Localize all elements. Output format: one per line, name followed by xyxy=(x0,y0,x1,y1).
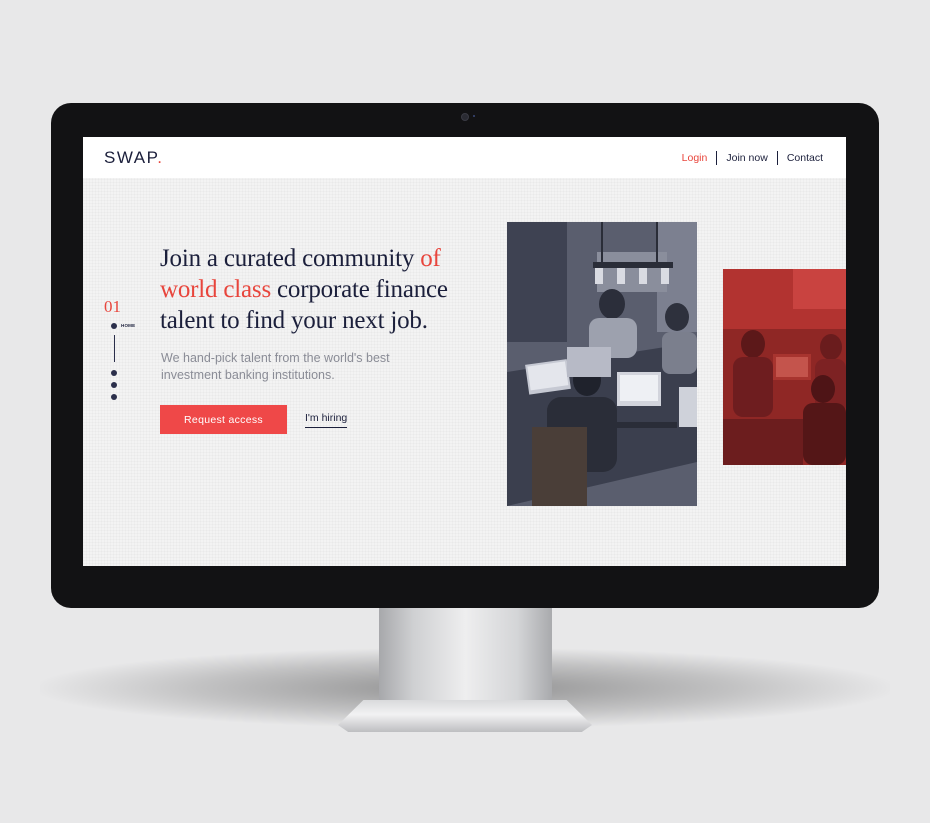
headline-text-start: Join a curated community xyxy=(160,245,421,272)
pager-progress-line xyxy=(114,335,115,362)
pager-dot-2[interactable] xyxy=(111,370,117,376)
nav-contact-link[interactable]: Contact xyxy=(787,152,823,164)
hero-subtext: We hand-pick talent from the world's bes… xyxy=(161,351,390,382)
camera-icon xyxy=(461,113,469,121)
camera-indicator-icon xyxy=(473,115,475,117)
monitor-stand-base xyxy=(338,700,592,732)
nav-links: Login Join now Contact xyxy=(682,151,823,165)
team-photo-image xyxy=(507,222,697,506)
request-access-button[interactable]: Request access xyxy=(160,405,287,434)
pager-dot-3[interactable] xyxy=(111,382,117,388)
desktop-mockup-scene: SWAP. Login Join now Contact 01 HOME Joi… xyxy=(0,0,930,823)
brand-logo-dot: . xyxy=(157,148,164,167)
brand-name: SWAP xyxy=(104,148,158,167)
nav-login-link[interactable]: Login xyxy=(682,152,708,164)
top-navbar: SWAP. Login Join now Contact xyxy=(83,137,846,178)
red-team-photo-image xyxy=(723,269,846,465)
pager-dot-4[interactable] xyxy=(111,394,117,400)
team-photo-illustration xyxy=(507,222,697,506)
pager-label-home: HOME xyxy=(121,323,136,328)
monitor-stand-neck xyxy=(379,606,552,706)
im-hiring-link[interactable]: I'm hiring xyxy=(305,412,348,428)
website-screen: SWAP. Login Join now Contact 01 HOME Joi… xyxy=(83,137,846,566)
brand-logo[interactable]: SWAP. xyxy=(104,148,163,168)
section-number: 01 xyxy=(104,297,121,316)
nav-divider xyxy=(716,151,718,165)
nav-divider xyxy=(776,151,778,165)
hero-headline: Join a curated community of world class … xyxy=(160,243,500,336)
red-team-photo-illustration xyxy=(723,269,846,465)
nav-join-link[interactable]: Join now xyxy=(726,152,767,164)
pager-dot-active[interactable] xyxy=(111,323,117,329)
